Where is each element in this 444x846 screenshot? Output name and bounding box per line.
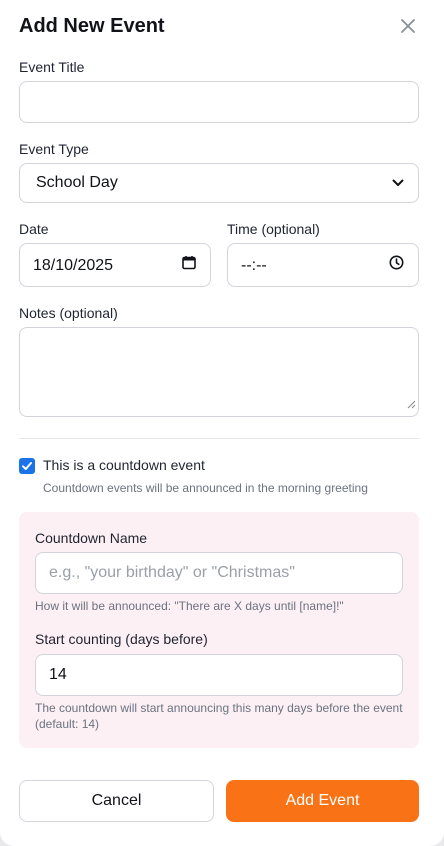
countdown-checkbox-label[interactable]: This is a countdown event bbox=[43, 457, 205, 473]
add-event-button[interactable]: Add Event bbox=[226, 780, 419, 822]
close-icon[interactable] bbox=[399, 17, 417, 35]
time-label: Time (optional) bbox=[227, 221, 320, 237]
section-divider bbox=[19, 438, 419, 439]
date-label: Date bbox=[19, 221, 49, 237]
chevron-down-icon bbox=[392, 174, 404, 192]
event-type-value: School Day bbox=[36, 174, 118, 191]
notes-field bbox=[19, 327, 419, 417]
calendar-icon[interactable] bbox=[182, 256, 196, 275]
countdown-checkbox-help: Countdown events will be announced in th… bbox=[43, 481, 368, 495]
time-value: --:-- bbox=[241, 257, 267, 274]
start-counting-field bbox=[35, 654, 403, 696]
start-counting-label: Start counting (days before) bbox=[35, 631, 208, 647]
countdown-name-input[interactable] bbox=[36, 553, 402, 593]
countdown-name-label: Countdown Name bbox=[35, 530, 148, 546]
event-title-input[interactable] bbox=[20, 82, 418, 122]
countdown-name-help: How it will be announced: "There are X d… bbox=[35, 599, 344, 613]
checkmark-icon bbox=[22, 462, 32, 470]
time-input[interactable]: --:-- bbox=[227, 243, 419, 287]
date-value: 18/10/2025 bbox=[33, 257, 114, 274]
event-type-label: Event Type bbox=[19, 141, 89, 157]
clock-icon[interactable] bbox=[389, 255, 404, 275]
start-counting-help: The countdown will start announcing this… bbox=[35, 701, 403, 731]
notes-label: Notes (optional) bbox=[19, 305, 118, 321]
event-title-label: Event Title bbox=[19, 59, 85, 75]
countdown-name-field bbox=[35, 552, 403, 594]
start-counting-input[interactable] bbox=[36, 655, 402, 695]
date-input[interactable]: 18/10/2025 bbox=[19, 243, 211, 287]
resize-handle-icon[interactable] bbox=[406, 396, 416, 414]
event-title-field bbox=[19, 81, 419, 123]
dialog-title: Add New Event bbox=[19, 15, 165, 37]
event-type-select[interactable]: School Day bbox=[19, 163, 419, 203]
add-event-dialog: Add New Event Event Title Event Type Sch… bbox=[0, 0, 444, 846]
cancel-button[interactable]: Cancel bbox=[19, 780, 214, 822]
notes-textarea[interactable] bbox=[20, 328, 418, 416]
countdown-checkbox[interactable] bbox=[19, 458, 35, 474]
